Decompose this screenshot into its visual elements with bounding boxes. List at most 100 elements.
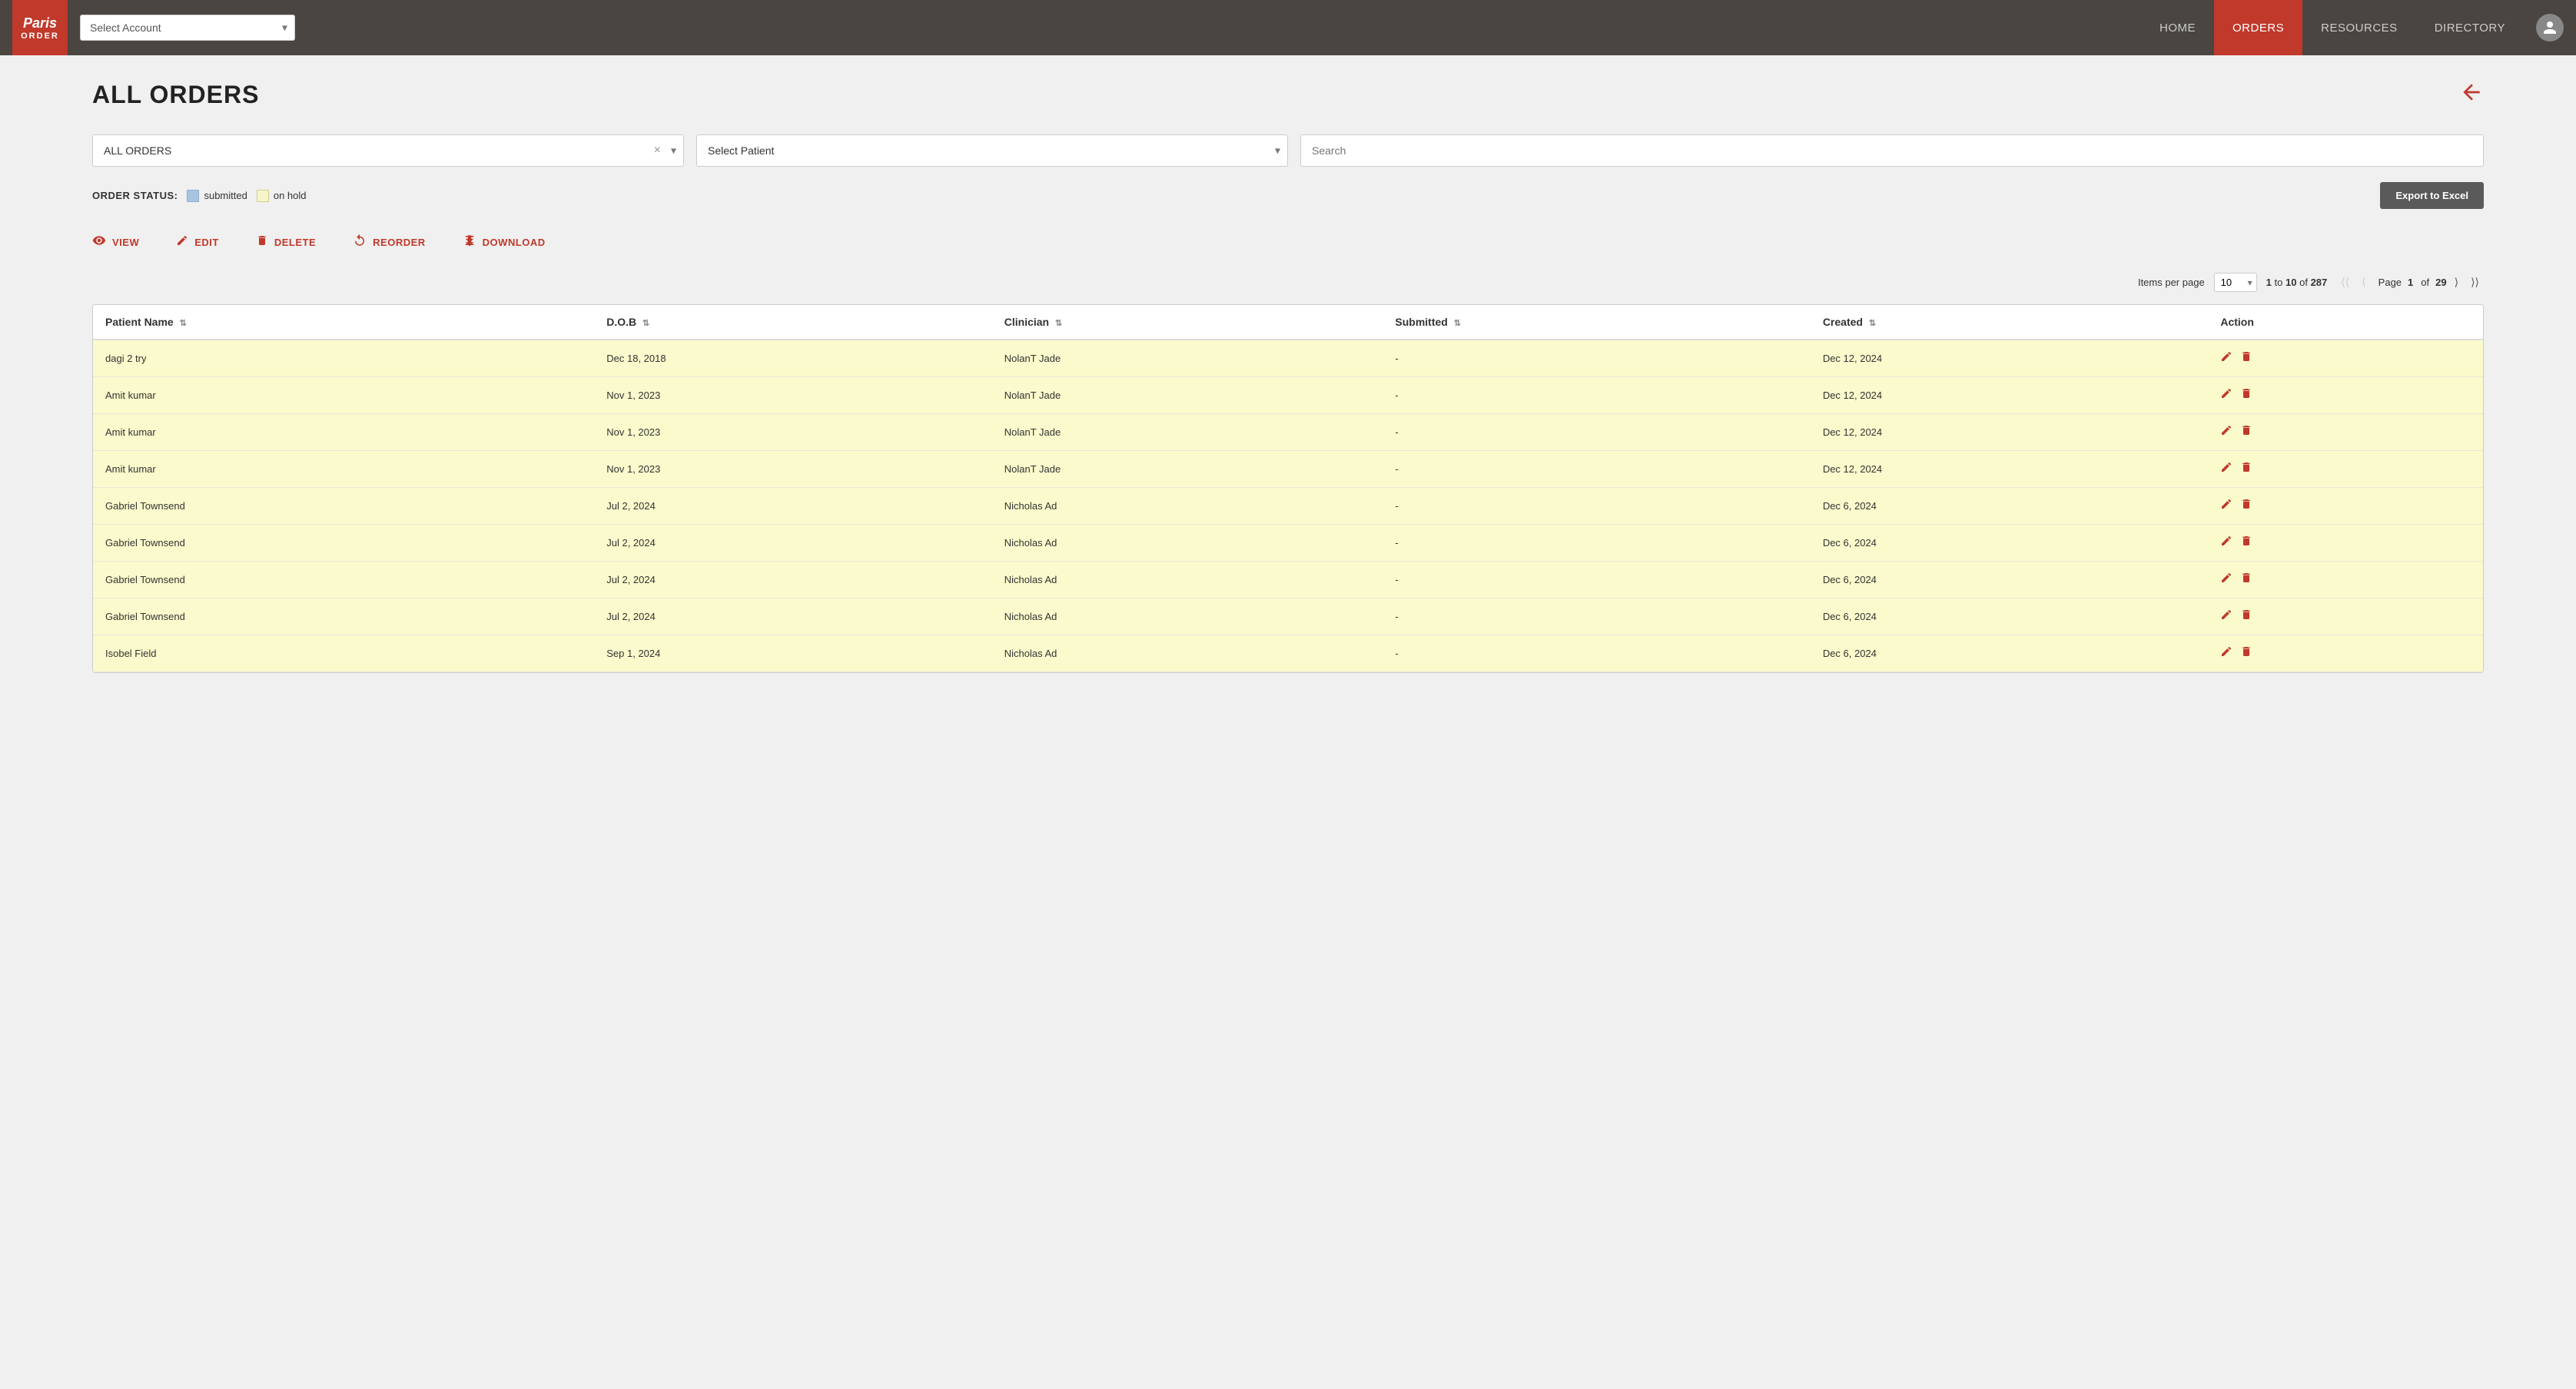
- cell-patient_name: Amit kumar: [93, 377, 594, 414]
- cell-dob: Nov 1, 2023: [594, 451, 992, 488]
- back-button[interactable]: [2459, 80, 2484, 110]
- col-patient-name[interactable]: Patient Name ⇅: [93, 305, 594, 340]
- table-row[interactable]: Amit kumarNov 1, 2023NolanT Jade-Dec 12,…: [93, 414, 2483, 451]
- first-page-button[interactable]: ⟨⟨: [2336, 274, 2354, 290]
- cell-action: [2208, 377, 2483, 414]
- current-page: 1: [2408, 277, 2413, 288]
- user-avatar[interactable]: [2536, 14, 2564, 41]
- row-delete-button[interactable]: [2240, 535, 2252, 551]
- edit-button[interactable]: EDIT: [176, 234, 219, 250]
- patient-filter-select[interactable]: Select Patient: [696, 134, 1288, 167]
- nav-item-home[interactable]: HOME: [2141, 0, 2214, 55]
- reorder-button[interactable]: REORDER: [353, 234, 426, 251]
- sort-created-icon: ⇅: [1869, 318, 1876, 328]
- cell-created: Dec 6, 2024: [1811, 635, 2209, 672]
- table-row[interactable]: Amit kumarNov 1, 2023NolanT Jade-Dec 12,…: [93, 451, 2483, 488]
- row-delete-button[interactable]: [2240, 461, 2252, 477]
- next-page-button[interactable]: ⟩: [2450, 274, 2463, 290]
- prev-page-button[interactable]: ⟨: [2357, 274, 2370, 290]
- cell-patient_name: Gabriel Townsend: [93, 562, 594, 598]
- table-row[interactable]: dagi 2 tryDec 18, 2018NolanT Jade-Dec 12…: [93, 340, 2483, 377]
- row-delete-button[interactable]: [2240, 424, 2252, 440]
- col-dob[interactable]: D.O.B ⇅: [594, 305, 992, 340]
- logo: Paris ORDER: [12, 0, 68, 55]
- row-delete-button[interactable]: [2240, 350, 2252, 366]
- status-submitted-label: submitted: [204, 190, 247, 201]
- search-input[interactable]: [1300, 134, 2484, 167]
- edit-pencil-icon: [176, 234, 188, 250]
- cell-action: [2208, 635, 2483, 672]
- page-label: Page: [2378, 277, 2402, 288]
- cell-submitted: -: [1383, 340, 1810, 377]
- cell-patient_name: Gabriel Townsend: [93, 488, 594, 525]
- table-row[interactable]: Gabriel TownsendJul 2, 2024Nicholas Ad-D…: [93, 562, 2483, 598]
- view-button[interactable]: VIEW: [92, 234, 139, 251]
- cell-submitted: -: [1383, 635, 1810, 672]
- user-icon: [2542, 20, 2558, 35]
- cell-dob: Jul 2, 2024: [594, 525, 992, 562]
- row-edit-button[interactable]: [2220, 498, 2232, 514]
- row-edit-button[interactable]: [2220, 645, 2232, 661]
- cell-patient_name: Isobel Field: [93, 635, 594, 672]
- delete-button[interactable]: DELETE: [256, 234, 316, 250]
- page-header: ALL ORDERS: [92, 80, 2484, 110]
- table-row[interactable]: Gabriel TownsendJul 2, 2024Nicholas Ad-D…: [93, 525, 2483, 562]
- nav-item-directory[interactable]: DIRECTORY: [2416, 0, 2524, 55]
- cell-created: Dec 6, 2024: [1811, 525, 2209, 562]
- account-select[interactable]: Select Account: [80, 15, 295, 41]
- cell-submitted: -: [1383, 525, 1810, 562]
- cell-created: Dec 6, 2024: [1811, 598, 2209, 635]
- col-created[interactable]: Created ⇅: [1811, 305, 2209, 340]
- per-page-wrapper: 10 25 50 100: [2214, 273, 2257, 292]
- cell-dob: Jul 2, 2024: [594, 598, 992, 635]
- patient-filter-container: Select Patient ▾: [696, 134, 1288, 167]
- cell-patient_name: dagi 2 try: [93, 340, 594, 377]
- row-delete-button[interactable]: [2240, 387, 2252, 403]
- row-edit-button[interactable]: [2220, 350, 2232, 366]
- table-row[interactable]: Amit kumarNov 1, 2023NolanT Jade-Dec 12,…: [93, 377, 2483, 414]
- cell-action: [2208, 488, 2483, 525]
- col-submitted[interactable]: Submitted ⇅: [1383, 305, 1810, 340]
- cell-dob: Sep 1, 2024: [594, 635, 992, 672]
- sort-dob-icon: ⇅: [642, 318, 649, 328]
- of-label: of: [2421, 277, 2429, 288]
- account-select-container: Select Account: [80, 15, 295, 41]
- page-title: ALL ORDERS: [92, 81, 259, 109]
- cell-created: Dec 12, 2024: [1811, 414, 2209, 451]
- order-status-row: ORDER STATUS: submitted on hold Export t…: [92, 182, 2484, 209]
- account-select-wrapper: Select Account: [80, 15, 295, 41]
- download-icon: [463, 234, 476, 251]
- row-edit-button[interactable]: [2220, 387, 2232, 403]
- page-nav: ⟨⟨ ⟨ Page 1 of 29 ⟩ ⟩⟩: [2336, 274, 2484, 290]
- row-delete-button[interactable]: [2240, 572, 2252, 588]
- export-excel-button[interactable]: Export to Excel: [2380, 182, 2484, 209]
- nav-item-orders[interactable]: ORDERS: [2214, 0, 2302, 55]
- last-page-button[interactable]: ⟩⟩: [2466, 274, 2484, 290]
- row-delete-button[interactable]: [2240, 608, 2252, 625]
- row-edit-button[interactable]: [2220, 572, 2232, 588]
- table-row[interactable]: Isobel FieldSep 1, 2024Nicholas Ad-Dec 6…: [93, 635, 2483, 672]
- order-filter-select[interactable]: ALL ORDERS: [92, 134, 684, 167]
- cell-action: [2208, 451, 2483, 488]
- row-delete-button[interactable]: [2240, 498, 2252, 514]
- cell-clinician: NolanT Jade: [992, 377, 1383, 414]
- cell-action: [2208, 525, 2483, 562]
- order-filter-clear[interactable]: ×: [654, 144, 661, 157]
- cell-created: Dec 12, 2024: [1811, 377, 2209, 414]
- table-body: dagi 2 tryDec 18, 2018NolanT Jade-Dec 12…: [93, 340, 2483, 672]
- row-edit-button[interactable]: [2220, 424, 2232, 440]
- cell-dob: Nov 1, 2023: [594, 414, 992, 451]
- table-row[interactable]: Gabriel TownsendJul 2, 2024Nicholas Ad-D…: [93, 598, 2483, 635]
- row-edit-button[interactable]: [2220, 461, 2232, 477]
- per-page-select[interactable]: 10 25 50 100: [2214, 273, 2257, 292]
- table-row[interactable]: Gabriel TownsendJul 2, 2024Nicholas Ad-D…: [93, 488, 2483, 525]
- action-toolbar: VIEW EDIT DELETE REO: [92, 227, 2484, 257]
- col-clinician[interactable]: Clinician ⇅: [992, 305, 1383, 340]
- download-button[interactable]: DOWNLOAD: [463, 234, 546, 251]
- cell-clinician: Nicholas Ad: [992, 525, 1383, 562]
- col-action: Action: [2208, 305, 2483, 340]
- row-delete-button[interactable]: [2240, 645, 2252, 661]
- row-edit-button[interactable]: [2220, 535, 2232, 551]
- nav-item-resources[interactable]: RESOURCES: [2302, 0, 2416, 55]
- row-edit-button[interactable]: [2220, 608, 2232, 625]
